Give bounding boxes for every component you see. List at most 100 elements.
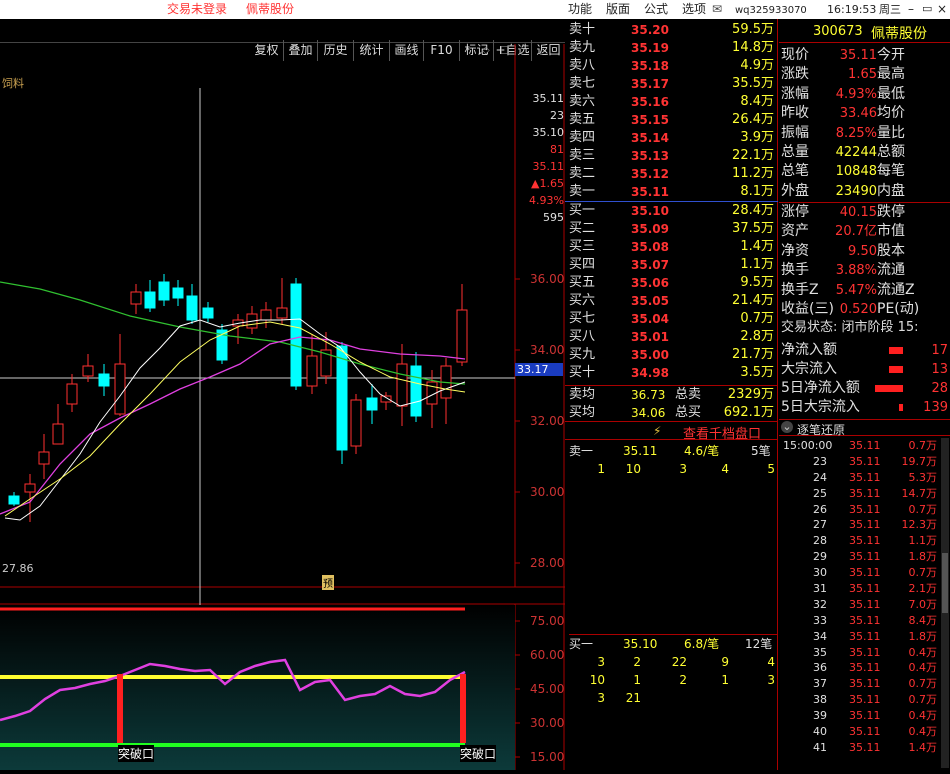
bid-row[interactable]: 买一 35.10 28.4万 [565,202,778,220]
minimize-icon[interactable]: – [908,1,914,17]
tick-price: 35.11 [849,661,881,675]
tick-time: 28 [813,534,827,548]
candle-body [380,395,392,403]
menu-options[interactable]: 选项 [682,1,706,17]
flow-label: 大宗流入 [781,361,837,377]
tick-time: 41 [813,740,827,754]
order-qty: 5 [767,462,775,476]
flow-bar [889,347,903,354]
info-value: 9.50 [848,243,877,259]
ask-row[interactable]: 卖十 35.20 59.5万 [565,21,778,39]
bid-label: 买八 [569,329,596,344]
bid-row[interactable]: 买八 35.01 2.8万 [565,328,778,346]
ask1-label: 卖一 [569,444,594,458]
info-label: 现价 [781,47,809,63]
chart-label: 饲料 [2,77,24,90]
order-qty: 3 [597,691,605,705]
bid-row[interactable]: 买十 34.98 3.5万 [565,364,778,382]
ask-label: 卖八 [569,58,596,73]
tick-volume: 0.4万 [908,661,938,675]
menu-formula[interactable]: 公式 [644,1,668,17]
info-value: 1.65 [848,67,877,83]
order-queue-row: 3 21 [565,689,778,707]
tick-volume: 1.1万 [908,534,938,548]
ticks-scrollbar[interactable] [941,438,949,768]
depth-link[interactable]: 查看千档盘口 [683,423,761,442]
axis-32: 32.00 [530,414,565,428]
bid-row[interactable]: 买九 35.00 21.7万 [565,346,778,364]
flow-row: 5日大宗流入 139 [779,398,950,417]
flow-label: 5日净流入额 [781,380,860,396]
candle-body [276,307,288,319]
restore-icon[interactable]: ▭ [922,1,932,17]
tick-row: 25 35.11 14.7万 [779,486,939,502]
bid-row[interactable]: 买七 35.04 0.7万 [565,310,778,328]
depth-link-bar[interactable]: ⚡ 查看千档盘口 [565,421,778,442]
candle-body [260,309,272,321]
tick-time: 31 [813,582,827,596]
ind-axis-15: 15.00 [530,750,565,764]
ticks-header[interactable]: ⌄ 逐笔还原 [779,419,950,437]
info-value: 5.47% [835,282,877,298]
bid-row[interactable]: 买五 35.06 9.5万 [565,274,778,292]
order-queue-row: 3 2 22 9 4 [565,653,778,671]
bid-row[interactable]: 买六 35.05 21.4万 [565,292,778,310]
ask1-count: 5笔 [751,444,771,458]
info-label: 昨收 [781,105,809,122]
tick-time: 37 [813,677,827,691]
bid-label: 买六 [569,293,596,308]
tick-price: 35.11 [849,725,881,739]
ask-row[interactable]: 卖六 35.16 8.4万 [565,93,778,111]
menu-function[interactable]: 功能 [568,1,592,17]
chart-area[interactable]: 饲料 27.86 预 36.00 34.00 32.00 30.00 28.00… [0,44,565,770]
marker-badge[interactable]: 预 [322,575,334,590]
login-status[interactable]: 交易未登录 [167,1,227,17]
chevron-down-icon[interactable]: ⌄ [781,421,793,433]
bid-price: 35.04 [631,312,669,326]
bid-volume: 21.4万 [732,293,774,308]
bid-row[interactable]: 买四 35.07 1.1万 [565,256,778,274]
flow-label: 5日大宗流入 [781,399,860,415]
ask-price: 35.19 [631,41,669,55]
tick-row: 28 35.11 1.1万 [779,533,939,549]
tick-row: 15:00:00 35.11 0.7万 [779,438,939,454]
ask-row[interactable]: 卖二 35.12 11.2万 [565,165,778,183]
info-panel: 300673 佩蒂股份 现价 35.11 今开 涨跌 1.65 最高 涨幅 4.93% 最低 昨收… [779,19,950,770]
tick-volume: 12.3万 [901,518,938,532]
info-value: 3.88% [835,263,877,279]
ask-row[interactable]: 卖七 35.17 35.5万 [565,75,778,93]
ask-row[interactable]: 卖八 35.18 4.9万 [565,57,778,75]
bid-volume: 37.5万 [732,221,774,236]
candle-body [38,451,50,465]
info-value: 8.25% [835,125,877,141]
bid-price: 35.01 [631,330,669,344]
info-label-right: 每笔 [877,163,905,180]
ask-row[interactable]: 卖三 35.13 22.1万 [565,147,778,165]
candle-body [82,365,94,377]
avg-row: 卖均 36.73 总卖 2329万 [565,386,778,404]
ask-row[interactable]: 卖五 35.15 26.4万 [565,111,778,129]
info-label: 涨跌 [781,66,809,83]
ask-row[interactable]: 卖一 35.11 8.1万 [565,183,778,201]
tick-volume: 0.4万 [908,725,938,739]
ind-axis-45: 45.00 [530,682,565,696]
close-icon[interactable]: × [937,1,947,17]
bid-price: 35.10 [631,204,669,218]
bid-row[interactable]: 买二 35.09 37.5万 [565,220,778,238]
info-label-right: PE(动) [877,300,920,317]
tick-volume: 14.7万 [901,486,938,500]
ind-axis-75: 75.00 [530,614,565,628]
info-label: 收益(三) [781,300,834,317]
ask-row[interactable]: 卖四 35.14 3.9万 [565,129,778,147]
tick-volume: 0.7万 [908,566,938,580]
breakout-right: 突破口 [460,745,497,762]
menu-layout[interactable]: 版面 [606,1,630,17]
ask-row[interactable]: 卖九 35.19 14.8万 [565,39,778,57]
info-row: 昨收 33.46 均价 [779,104,950,123]
mail-icon[interactable]: ✉ [712,1,722,17]
bid-row[interactable]: 买三 35.08 1.4万 [565,238,778,256]
tick-time: 36 [813,661,827,675]
avg-price: 36.73 [631,388,666,402]
tick-row: 34 35.11 1.8万 [779,629,939,645]
stock-title: 佩蒂股份 [246,2,295,16]
